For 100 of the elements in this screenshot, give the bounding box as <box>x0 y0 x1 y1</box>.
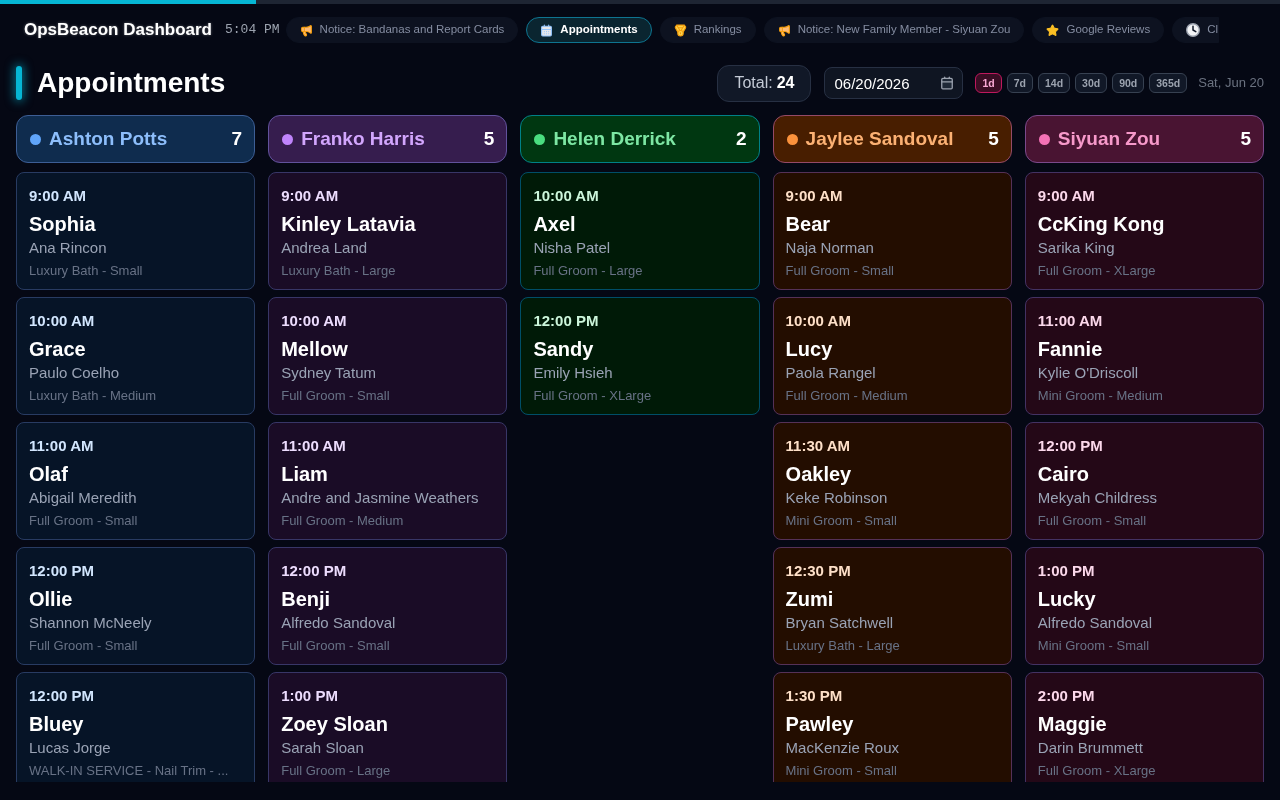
nav-tab[interactable]: Rankings <box>659 17 756 43</box>
nav-tab[interactable]: Notice: Bandanas and Report Cards <box>285 17 519 43</box>
staff-name: Franko Harris <box>301 126 426 151</box>
owner-name: Andrea Land <box>281 238 369 258</box>
range-button[interactable]: 90d <box>1112 73 1145 93</box>
owner-name: Alfredo Sandoval <box>1037 613 1154 633</box>
service-name: Full Groom - XLarge <box>1037 762 1157 780</box>
service-name: Full Groom - Large <box>533 262 644 280</box>
megaphone-icon <box>777 23 791 37</box>
pet-name: Bluey <box>29 712 85 737</box>
appointment-count: 7 <box>231 126 243 151</box>
service-name: Mini Groom - Medium <box>1037 387 1164 405</box>
clock-icon <box>1186 23 1201 37</box>
appointment-time: 9:00 AM <box>281 186 340 206</box>
nav-tab[interactable]: Appointments <box>526 17 652 43</box>
title-accent-bar <box>16 66 22 100</box>
owner-name: Sarika King <box>1037 238 1116 258</box>
date-field[interactable]: 06/20/2026 <box>824 67 964 99</box>
appointment-time: 10:00 AM <box>533 186 600 206</box>
owner-name: Abigail Meredith <box>29 488 138 508</box>
medal-icon <box>673 23 687 37</box>
range-button[interactable]: 14d <box>1038 73 1071 93</box>
pet-name: Oakley <box>785 462 853 487</box>
pet-name: Fannie <box>1037 337 1104 362</box>
service-name: Mini Groom - Small <box>785 512 898 530</box>
staff-name: Ashton Potts <box>49 126 169 151</box>
appointment-time: 11:00 AM <box>29 436 95 456</box>
owner-name: Nisha Patel <box>533 238 612 258</box>
nav-tab[interactable]: Google Reviews <box>1032 17 1165 43</box>
service-name: Luxury Bath - Large <box>281 262 397 280</box>
appointment-time: 1:00 PM <box>281 686 339 706</box>
service-name: Full Groom - Medium <box>281 512 405 530</box>
pet-name: Mellow <box>281 337 349 362</box>
appointment-time: 1:00 PM <box>1037 561 1096 581</box>
owner-name: Keke Robinson <box>785 488 889 508</box>
owner-name: Bryan Satchwell <box>785 613 895 633</box>
service-name: Luxury Bath - Medium <box>29 387 158 405</box>
owner-name: Ana Rincon <box>29 238 108 258</box>
nav-tab[interactable]: Notice: New Family Member - Siyuan Zou <box>763 17 1025 43</box>
total-label: Total: <box>734 73 773 93</box>
owner-name: Paola Rangel <box>785 363 877 383</box>
service-name: Full Groom - Small <box>281 387 391 405</box>
owner-name: Sydney Tatum <box>281 363 377 383</box>
staff-name: Siyuan Zou <box>1057 126 1162 151</box>
appointment-time: 12:00 PM <box>29 561 96 581</box>
range-button[interactable]: 1d <box>975 73 1002 93</box>
clock-time: 5:04 PM <box>225 21 280 40</box>
pet-name: Kinley Latavia <box>281 212 417 237</box>
appointment-count: 5 <box>1240 126 1251 151</box>
megaphone-icon <box>299 23 313 37</box>
appointment-time: 11:00 AM <box>1037 311 1104 331</box>
range-button[interactable]: 30d <box>1075 73 1108 93</box>
appointment-time: 10:00 AM <box>281 311 348 331</box>
service-name: Luxury Bath - Small <box>29 262 144 280</box>
owner-name: Sarah Sloan <box>281 738 365 758</box>
pet-name: Axel <box>533 212 577 237</box>
owner-name: Emily Hsieh <box>533 363 614 383</box>
pet-name: Lucky <box>1037 587 1097 612</box>
range-button[interactable]: 365d <box>1149 73 1188 93</box>
page-title: Appointments <box>37 69 226 97</box>
service-name: Full Groom - Large <box>281 762 392 780</box>
appointment-count: 5 <box>483 126 495 151</box>
owner-name: MacKenzie Roux <box>785 738 900 758</box>
appointment-time: 12:00 PM <box>1037 436 1104 456</box>
pet-name: Lucy <box>785 337 834 362</box>
pet-name: Zumi <box>785 587 835 612</box>
star-icon <box>1046 23 1060 37</box>
appointment-time: 10:00 AM <box>785 311 852 331</box>
service-name: Full Groom - Small <box>281 637 391 655</box>
appointment-time: 12:00 PM <box>533 311 600 331</box>
pet-name: Maggie <box>1037 712 1108 737</box>
service-name: Full Groom - Medium <box>785 387 909 405</box>
appointment-time: 9:00 AM <box>785 186 844 206</box>
pet-name: Bear <box>785 212 832 237</box>
dashboard-title: OpsBeacon Dashboard <box>24 19 212 42</box>
pet-name: Zoey Sloan <box>281 712 389 737</box>
owner-name: Andre and Jasmine Weathers <box>281 488 480 508</box>
owner-name: Mekyah Childress <box>1037 488 1158 508</box>
pet-name: Cairo <box>1037 462 1090 487</box>
range-button[interactable]: 7d <box>1006 73 1033 93</box>
appointment-time: 12:00 PM <box>281 561 348 581</box>
appointment-time: 9:00 AM <box>1037 186 1096 206</box>
appointment-time: 11:00 AM <box>281 436 347 456</box>
pet-name: Pawley <box>785 712 855 737</box>
service-name: WALK-IN SERVICE - Nail Trim - ... <box>29 762 230 780</box>
service-name: Full Groom - XLarge <box>533 387 653 405</box>
owner-name: Shannon McNeely <box>29 613 153 633</box>
appointment-count: 2 <box>736 126 747 151</box>
service-name: Full Groom - Small <box>29 637 139 655</box>
staff-name: Jaylee Sandoval <box>805 126 955 151</box>
pet-name: CcKing Kong <box>1037 212 1166 237</box>
appointment-count: 5 <box>988 126 999 151</box>
date-label: Sat, Jun 20 <box>1198 74 1264 93</box>
nav-tab[interactable]: Cl <box>1172 17 1220 43</box>
service-name: Luxury Bath - Large <box>785 637 901 655</box>
service-name: Full Groom - Small <box>785 262 895 280</box>
appointment-time: 12:30 PM <box>785 561 852 581</box>
staff-name: Helen Derrick <box>553 126 677 151</box>
appointment-time: 1:30 PM <box>785 686 844 706</box>
pet-name: Liam <box>281 462 329 487</box>
